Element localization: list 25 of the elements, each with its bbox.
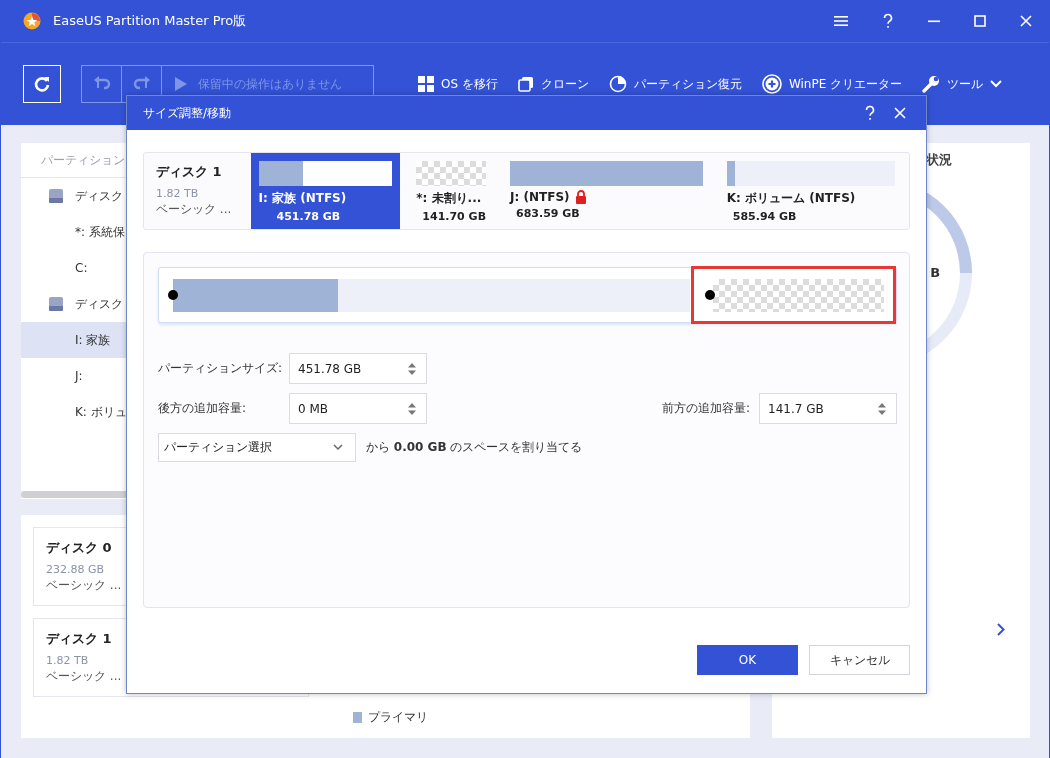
disk-name: ディスク 1 [156, 163, 223, 181]
partition-label: K: ボリューム (NTFS) [726, 190, 856, 207]
disk-size: 232.88 GB [46, 563, 106, 576]
disk-type: ベーシック ... [46, 668, 123, 685]
partition-size: 585.94 GB [732, 210, 798, 223]
disk-type: ベーシック ... [46, 577, 123, 594]
field-label: 後方の追加容量: [158, 400, 248, 417]
partition-label: *: 未割り... [416, 190, 482, 207]
window-title: EaseUS Partition Master Pro版 [53, 12, 247, 30]
partition-size: 683.59 GB [516, 207, 581, 220]
partition-label: I: 家族 (NTFS) [258, 190, 347, 207]
disk-size: 1.82 TB [156, 187, 200, 200]
partition-label: J: (NTFS) [510, 190, 570, 204]
field-label: 前方の追加容量: [661, 400, 750, 417]
disk-name: ディスク 1 [46, 630, 113, 648]
dialog-title: サイズ調整/移動 [143, 104, 232, 122]
disk-name: ディスク 0 [46, 539, 113, 557]
partition-size: 141.70 GB [422, 210, 487, 223]
disk-size: 1.82 TB [46, 654, 90, 667]
donut-label: B [930, 265, 941, 280]
legend-label: プライマリ [368, 709, 428, 726]
partition-size: 451.78 GB [276, 210, 342, 223]
field-label: パーティションサイズ: [158, 360, 284, 377]
allocation-text: から 0.00 GB のスペースを割り当てる [366, 439, 583, 456]
disk-type: ベーシック ... [156, 201, 233, 218]
